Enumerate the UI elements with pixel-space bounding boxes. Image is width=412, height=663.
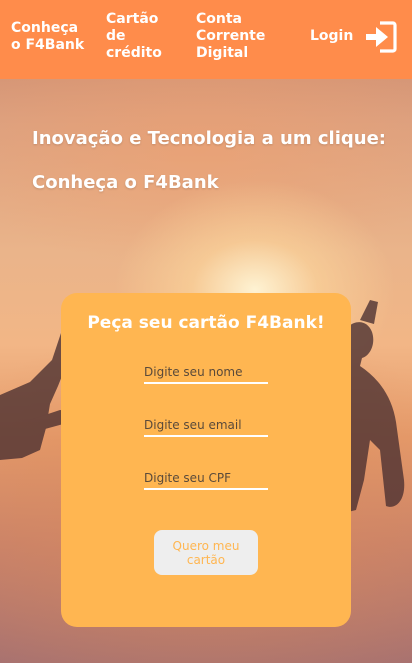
nav-link-conheca[interactable]: Conheça o F4Bank (11, 20, 91, 54)
hero-headline: Inovação e Tecnologia a um clique: (32, 128, 386, 149)
name-input[interactable] (144, 362, 268, 384)
submit-card-button[interactable]: Quero meu cartão (154, 530, 258, 575)
sign-in-icon[interactable] (364, 20, 398, 54)
nav-link-cartao-credito[interactable]: Cartão de crédito (106, 11, 176, 62)
cpf-input[interactable] (144, 468, 268, 490)
top-navbar: Conheça o F4Bank Cartão de crédito Conta… (0, 0, 412, 79)
hero-subheadline: Conheça o F4Bank (32, 172, 219, 193)
login-link[interactable]: Login (310, 28, 353, 45)
form-title: Peça seu cartão F4Bank! (87, 313, 325, 333)
nav-link-conta-corrente[interactable]: Conta Corrente Digital (196, 11, 276, 62)
card-request-form: Peça seu cartão F4Bank! Quero meu cartão (61, 293, 351, 627)
email-input[interactable] (144, 415, 268, 437)
